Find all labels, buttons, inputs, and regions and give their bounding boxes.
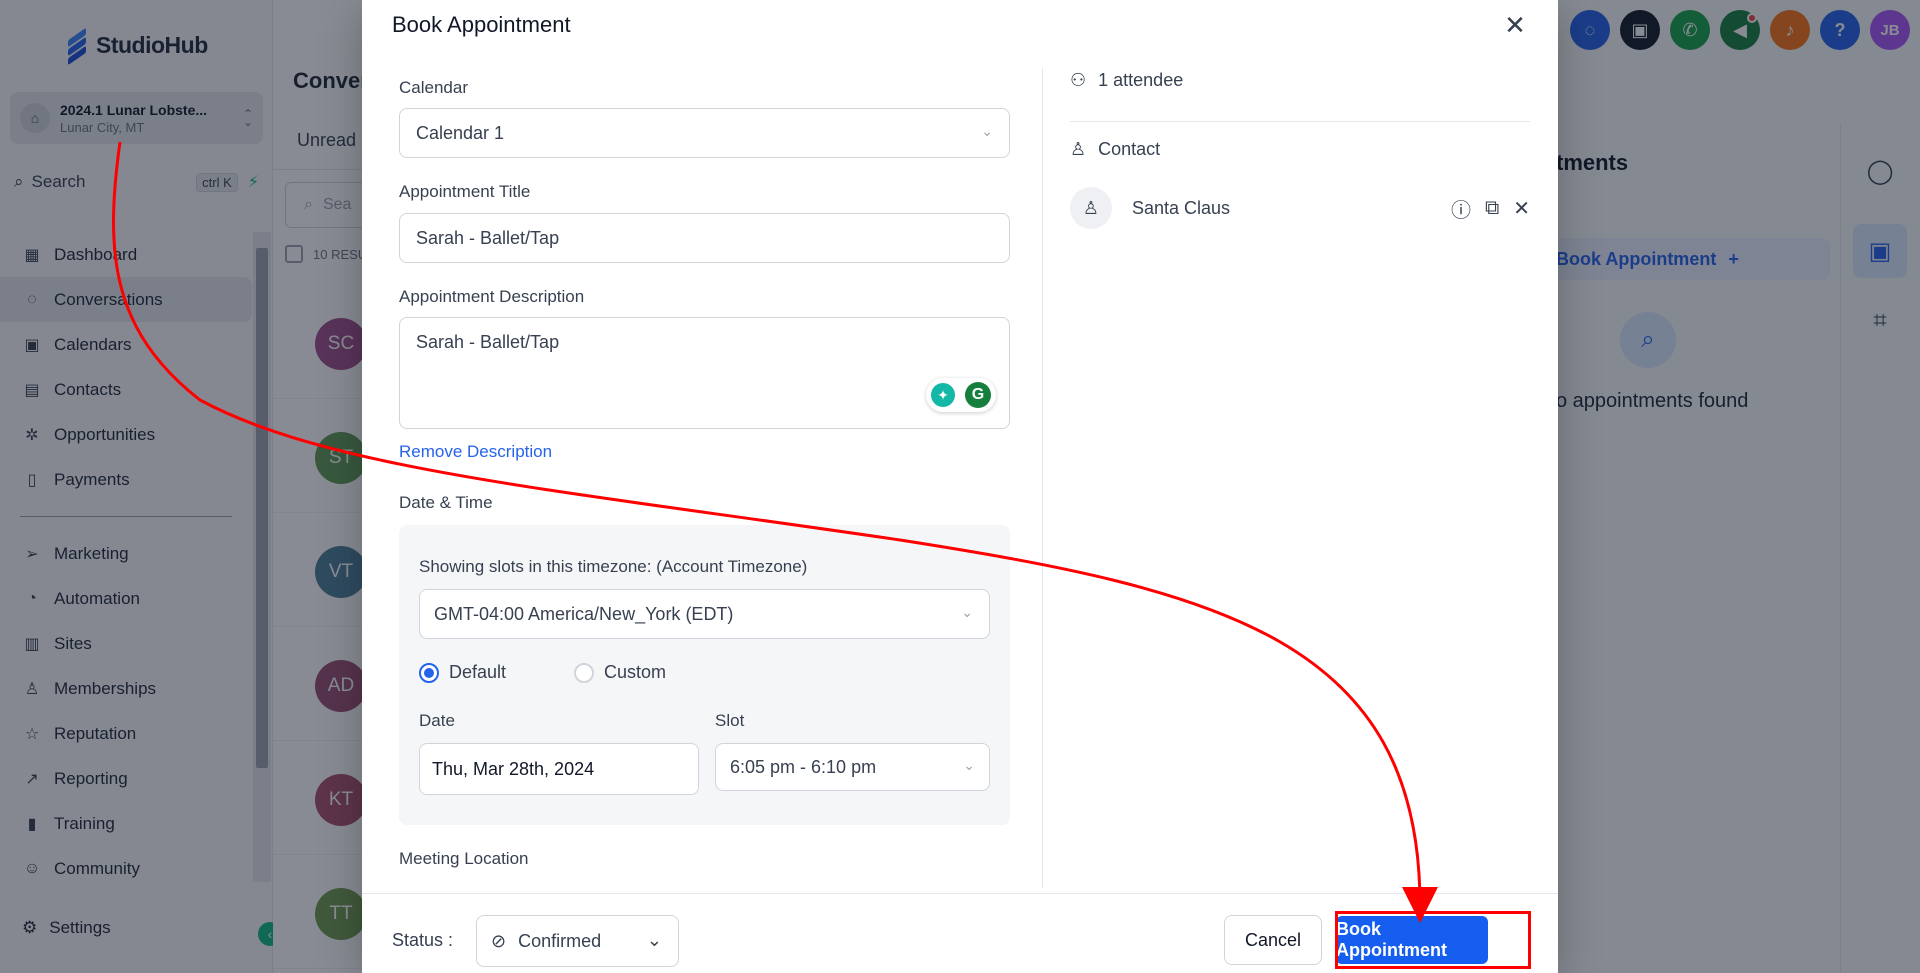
slot-label: Slot (715, 711, 745, 730)
timezone-value: GMT-04:00 America/New_York (EDT) (434, 603, 734, 624)
appointment-title-value: Sarah - Ballet/Tap (416, 227, 560, 248)
info-icon[interactable]: ⓘ (1451, 194, 1471, 223)
highlight-box (1335, 911, 1531, 969)
timezone-select[interactable]: GMT-04:00 America/New_York (EDT) ⌄ (419, 589, 990, 639)
remove-description-link[interactable]: Remove Description (399, 442, 552, 462)
chevron-down-icon: ⌄ (981, 123, 993, 139)
date-label: Date (419, 711, 455, 730)
slot-select[interactable]: 6:05 pm - 6:10 pm ⌄ (715, 743, 990, 791)
attendee-count-label: 1 attendee (1098, 70, 1184, 90)
date-input[interactable]: Thu, Mar 28th, 2024 (419, 743, 699, 795)
attendee-count: ⚇ 1 attendee (1070, 70, 1183, 91)
chevron-down-icon: ⌄ (963, 757, 975, 773)
appointment-description-value: Sarah - Ballet/Tap (416, 332, 560, 352)
contact-row: ♙ Santa Claus ⓘ ⧉ ✕ (1070, 186, 1530, 230)
appointment-description-input[interactable]: Sarah - Ballet/Tap ✦ G (399, 317, 1010, 429)
radio-button[interactable] (574, 662, 594, 683)
status-select[interactable]: ⊘ Confirmed ⌄ (476, 915, 679, 967)
status-value: Confirmed (518, 930, 602, 951)
calendar-select[interactable]: Calendar 1 ⌄ (399, 108, 1010, 158)
date-value: Thu, Mar 28th, 2024 (432, 758, 595, 779)
close-icon[interactable]: ✕ (1500, 10, 1530, 40)
appointment-title-label: Appointment Title (399, 182, 531, 201)
chevron-down-icon: ⌄ (961, 604, 973, 620)
radio-default[interactable]: Default (419, 662, 506, 683)
meeting-location-label: Meeting Location (399, 849, 529, 868)
modal-title: Book Appointment (392, 12, 571, 37)
radio-default-label: Default (449, 662, 507, 682)
status-label: Status : (392, 930, 454, 950)
external-link-icon[interactable]: ⧉ (1485, 197, 1499, 220)
divider (1070, 121, 1530, 122)
users-icon: ⚇ (1070, 70, 1087, 90)
calendar-label: Calendar (399, 78, 468, 97)
check-circle-icon: ⊘ (491, 930, 507, 951)
radio-custom[interactable]: Custom (574, 662, 666, 683)
column-divider (1042, 68, 1043, 888)
radio-button-selected[interactable] (419, 662, 439, 683)
contact-actions: ⓘ ⧉ ✕ (1451, 194, 1530, 223)
date-time-section: Showing slots in this timezone: (Account… (399, 525, 1010, 825)
lightbulb-icon[interactable]: ✦ (931, 383, 955, 407)
contact-heading: ♙ Contact (1070, 139, 1160, 160)
chevron-down-icon: ⌄ (646, 930, 662, 950)
date-time-label: Date & Time (399, 493, 493, 512)
slot-value: 6:05 pm - 6:10 pm (730, 756, 877, 777)
timezone-label: Showing slots in this timezone: (Account… (419, 557, 808, 576)
remove-contact-icon[interactable]: ✕ (1513, 196, 1530, 221)
contact-label: Contact (1098, 139, 1161, 159)
cancel-button[interactable]: Cancel (1224, 915, 1322, 965)
contact-name[interactable]: Santa Claus (1132, 198, 1230, 219)
contact-avatar: ♙ (1070, 187, 1112, 229)
user-icon: ♙ (1070, 139, 1087, 159)
appointment-description-label: Appointment Description (399, 287, 585, 306)
radio-custom-label: Custom (604, 662, 667, 682)
grammarly-icon[interactable]: G (965, 382, 991, 408)
book-appointment-modal: Book Appointment ✕ Calendar Calendar 1 ⌄… (362, 0, 1558, 973)
appointment-title-input[interactable]: Sarah - Ballet/Tap (399, 213, 1010, 263)
footer-divider (362, 893, 1558, 894)
calendar-value: Calendar 1 (416, 122, 505, 143)
grammarly-widget[interactable]: ✦ G (926, 378, 996, 412)
